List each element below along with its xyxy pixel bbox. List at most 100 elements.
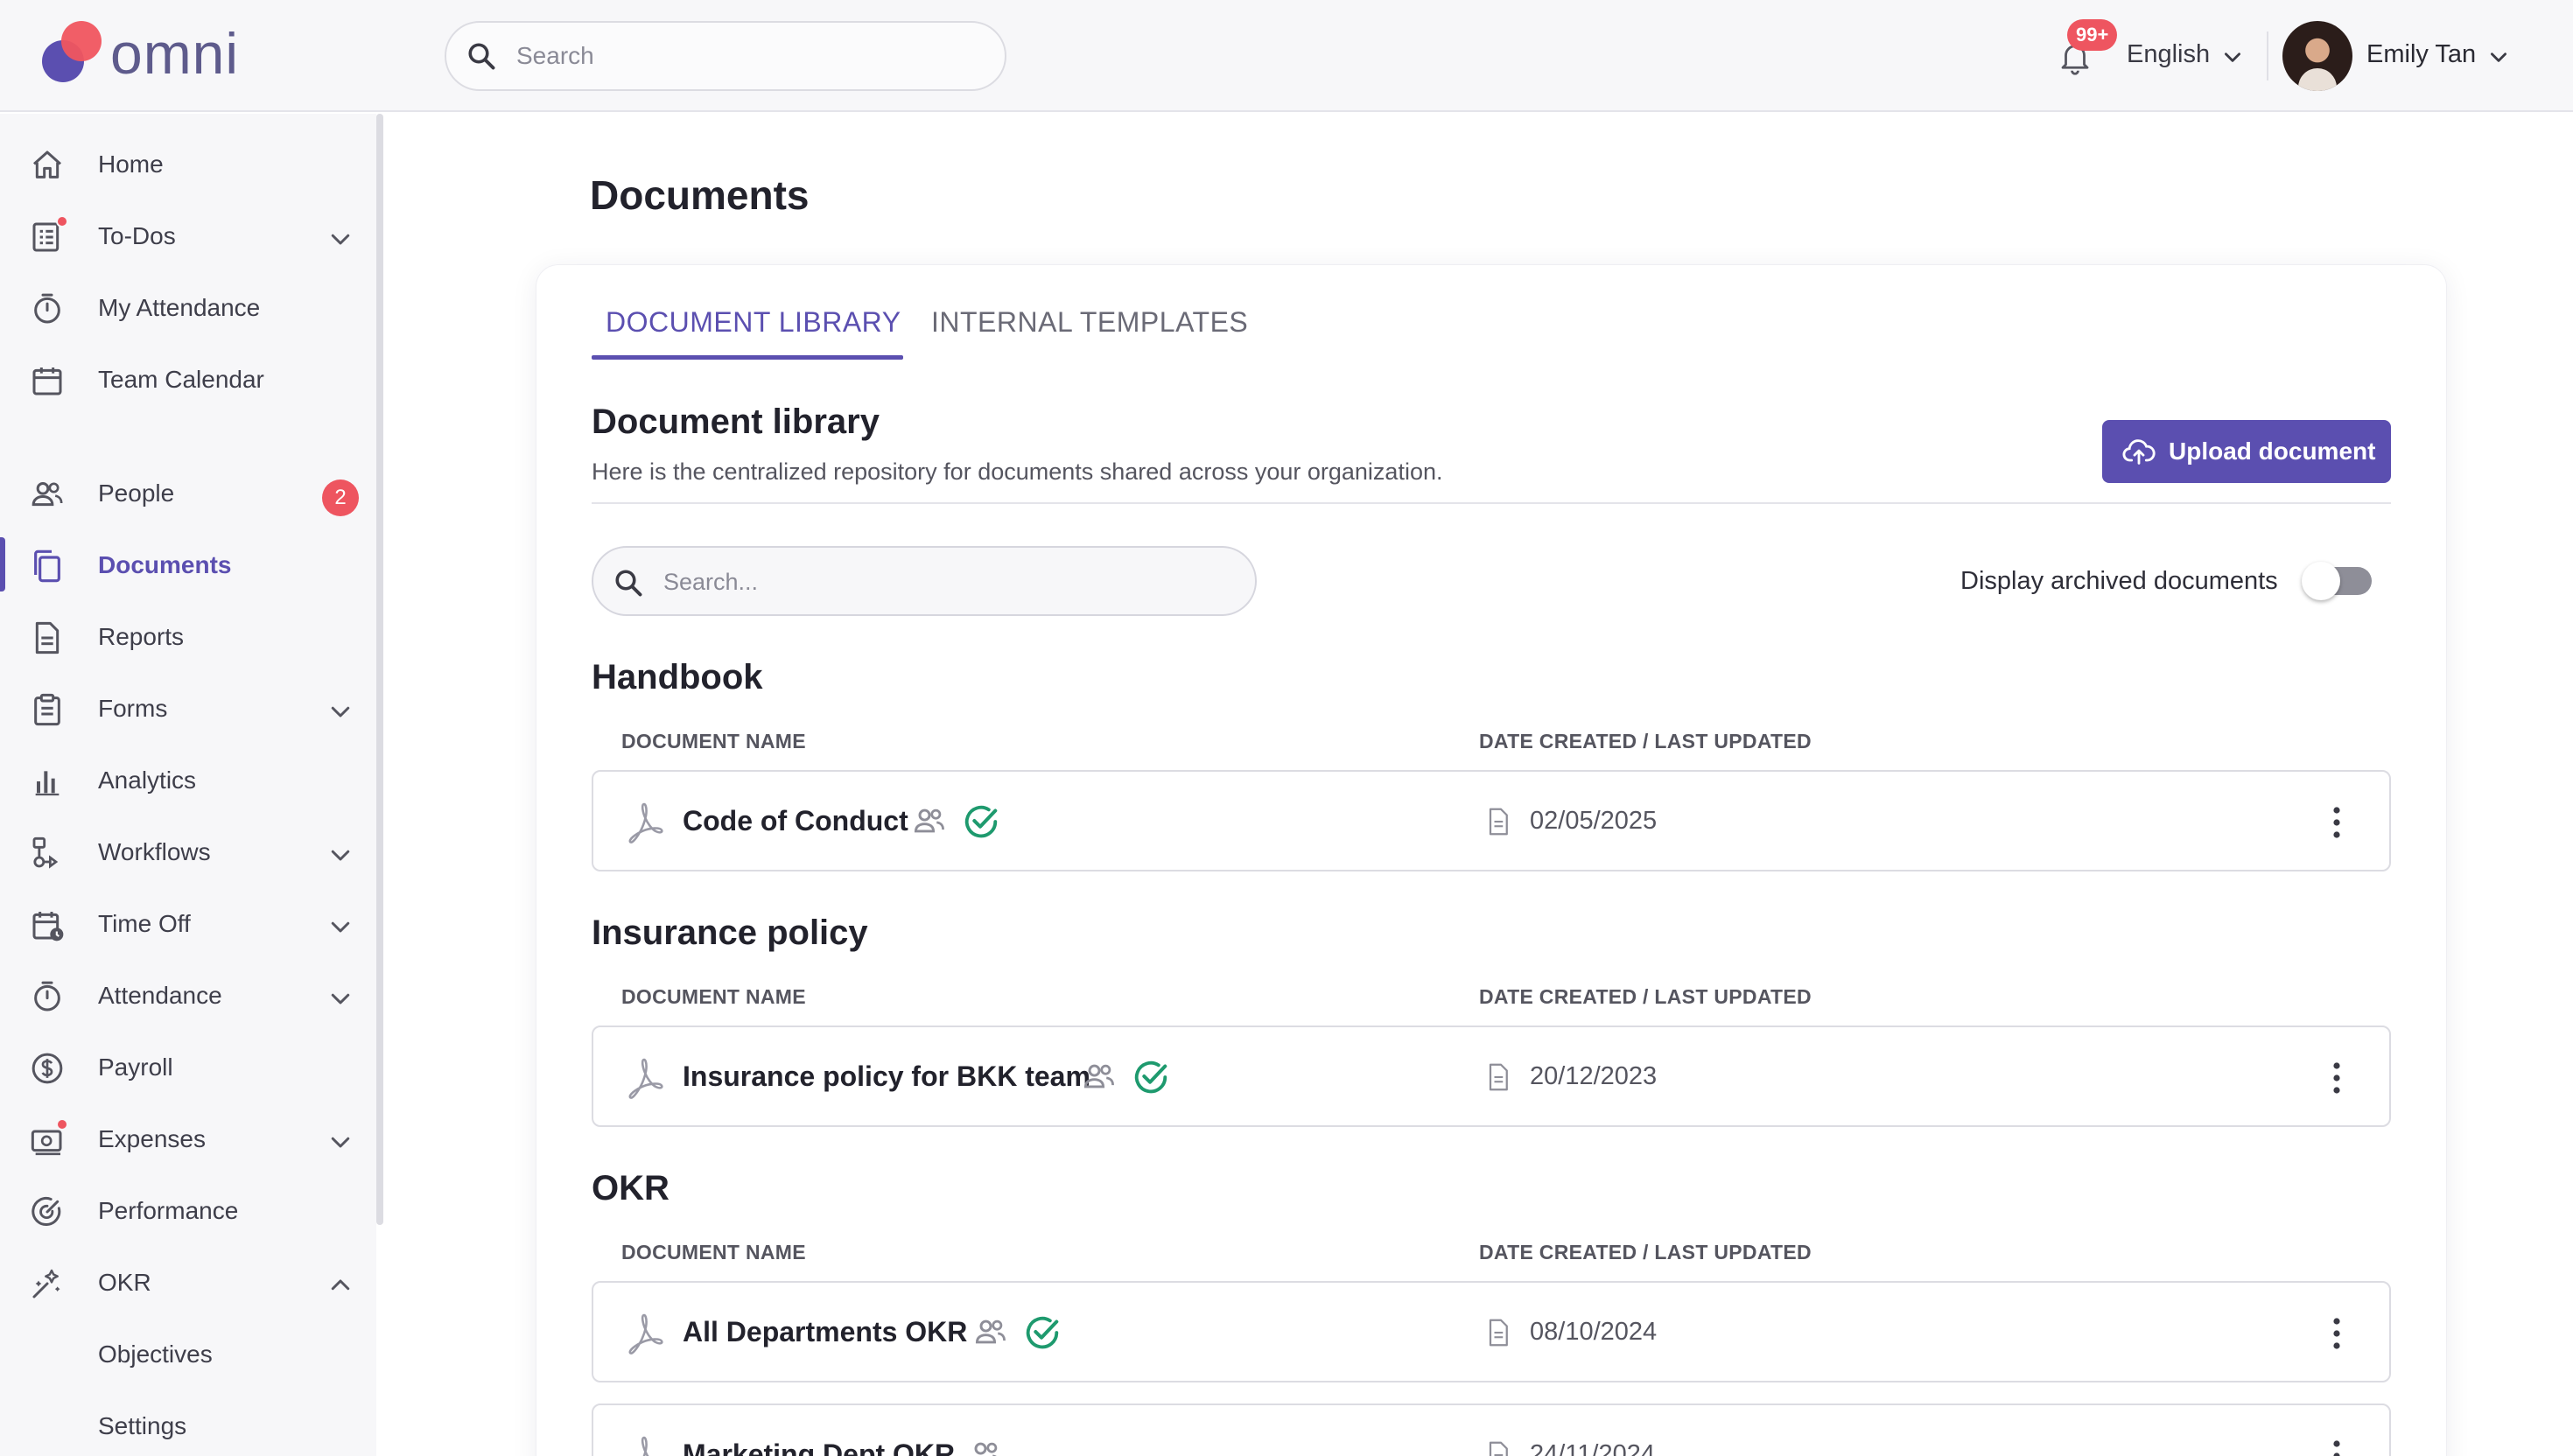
more-options-icon[interactable] — [2326, 1316, 2347, 1351]
people-count-badge: 2 — [322, 480, 359, 516]
sidebar-item-analytics[interactable]: Analytics — [0, 749, 376, 810]
sidebar-item-label: To-Dos — [98, 222, 176, 249]
sidebar-item-label: Time Off — [98, 910, 191, 937]
report-icon — [30, 620, 65, 655]
sidebar-item-team-calendar[interactable]: Team Calendar — [0, 348, 376, 410]
forms-icon — [30, 692, 65, 727]
file-icon — [1483, 1060, 1514, 1094]
time-off-icon — [30, 907, 65, 942]
workflow-icon — [30, 836, 65, 871]
column-header-name: DOCUMENT NAME — [621, 730, 806, 752]
sidebar-item-home[interactable]: Home — [0, 133, 376, 194]
file-icon — [1483, 1438, 1514, 1456]
notification-dot — [56, 1118, 68, 1130]
sidebar-scrollbar[interactable] — [376, 114, 383, 1225]
chevron-down-icon[interactable] — [327, 698, 354, 724]
table-row[interactable]: Insurance policy for BKK team 20/12/2023 — [592, 1026, 2391, 1127]
section-title-okr: OKR — [592, 1169, 670, 1208]
chevron-up-icon[interactable] — [327, 1272, 354, 1298]
sidebar-item-todos[interactable]: To-Dos — [0, 205, 376, 266]
notification-badge: 99+ — [2067, 19, 2118, 51]
header-divider — [2267, 32, 2268, 80]
global-search-input[interactable] — [516, 33, 971, 79]
column-header-name: DOCUMENT NAME — [621, 1241, 806, 1264]
more-options-icon[interactable] — [2326, 805, 2347, 840]
sidebar-item-label: Payroll — [98, 1054, 173, 1081]
bar-chart-icon — [30, 764, 65, 799]
column-header-date: DATE CREATED / LAST UPDATED — [1479, 730, 1812, 752]
document-date: 20/12/2023 — [1530, 1062, 1658, 1090]
stopwatch-icon — [30, 291, 65, 326]
user-name[interactable]: Emily Tan — [2366, 40, 2476, 69]
file-icon — [1483, 1316, 1514, 1349]
logo-text: omni — [110, 21, 240, 86]
tab-internal-templates[interactable]: INTERNAL TEMPLATES — [931, 306, 1248, 339]
sidebar-item-attendance[interactable]: Attendance — [0, 964, 376, 1026]
acknowledged-check-icon — [1131, 1057, 1171, 1097]
document-date: 02/05/2025 — [1530, 807, 1658, 835]
archived-toggle-knob[interactable] — [2302, 562, 2340, 600]
table-row[interactable]: All Departments OKR 08/10/2024 — [592, 1281, 2391, 1382]
active-tab-indicator — [592, 355, 903, 360]
cloud-upload-icon — [2121, 434, 2156, 469]
shared-users-icon — [971, 1312, 1010, 1351]
column-header-date: DATE CREATED / LAST UPDATED — [1479, 985, 1812, 1008]
document-name[interactable]: Insurance policy for BKK team — [683, 1060, 1090, 1093]
tab-document-library[interactable]: DOCUMENT LIBRARY — [606, 306, 901, 339]
search-icon — [466, 40, 497, 72]
sidebar-item-people[interactable]: People 2 — [0, 462, 376, 523]
performance-icon — [30, 1194, 65, 1229]
chevron-down-icon[interactable] — [327, 1129, 354, 1155]
calendar-icon — [30, 363, 65, 398]
home-icon — [30, 148, 65, 183]
sidebar-item-my-attendance[interactable]: My Attendance — [0, 276, 376, 338]
chevron-down-icon[interactable] — [2487, 46, 2510, 68]
shared-users-icon — [966, 1435, 1005, 1456]
document-search-input[interactable] — [663, 560, 1223, 604]
upload-document-label: Upload document — [2169, 438, 2376, 465]
table-row[interactable]: Code of Conduct 02/05/2025 — [592, 770, 2391, 872]
sidebar-item-forms[interactable]: Forms — [0, 677, 376, 738]
sidebar-subitem-settings[interactable]: Settings — [98, 1412, 186, 1440]
avatar[interactable] — [2282, 21, 2352, 91]
chevron-down-icon[interactable] — [327, 226, 354, 252]
sidebar-item-okr[interactable]: OKR — [0, 1251, 376, 1312]
sidebar-item-reports[interactable]: Reports — [0, 606, 376, 667]
sidebar-item-label: Forms — [98, 695, 168, 722]
pdf-icon — [620, 1054, 669, 1102]
sidebar-item-label: OKR — [98, 1269, 151, 1296]
language-selector[interactable]: English — [2127, 40, 2210, 69]
more-options-icon[interactable] — [2326, 1060, 2347, 1096]
sidebar-item-label: Reports — [98, 623, 185, 650]
document-name[interactable]: Code of Conduct — [683, 805, 908, 837]
document-name[interactable]: All Departments OKR — [683, 1316, 967, 1348]
global-search[interactable] — [445, 21, 1006, 91]
top-bar: omni 99+ English Emily Tan — [0, 0, 2573, 112]
chevron-down-icon[interactable] — [2221, 46, 2244, 68]
sidebar-item-label: Expenses — [98, 1125, 206, 1152]
shared-users-icon — [1080, 1057, 1118, 1096]
section-description: Here is the centralized repository for d… — [592, 458, 1443, 485]
sidebar-subitem-objectives[interactable]: Objectives — [98, 1340, 213, 1368]
chevron-down-icon[interactable] — [327, 985, 354, 1012]
upload-document-button[interactable]: Upload document — [2102, 420, 2391, 483]
chevron-down-icon[interactable] — [327, 842, 354, 868]
sidebar-item-workflows[interactable]: Workflows — [0, 821, 376, 882]
document-name[interactable]: Marketing Dept OKR — [683, 1438, 955, 1456]
section-title-insurance-policy: Insurance policy — [592, 914, 868, 952]
sidebar-item-performance[interactable]: Performance — [0, 1180, 376, 1241]
chevron-down-icon[interactable] — [327, 914, 354, 940]
table-row[interactable]: Marketing Dept OKR 24/11/2024 — [592, 1404, 2391, 1456]
divider — [592, 502, 2391, 504]
document-search[interactable] — [592, 546, 1257, 616]
sidebar-item-documents[interactable]: Documents — [0, 534, 376, 595]
sidebar-item-expenses[interactable]: Expenses — [0, 1108, 376, 1169]
sidebar-item-label: Performance — [98, 1197, 239, 1224]
sidebar-item-payroll[interactable]: Payroll — [0, 1036, 376, 1097]
omni-logo[interactable]: omni — [40, 19, 250, 89]
people-icon — [30, 477, 65, 512]
sidebar-item-time-off[interactable]: Time Off — [0, 892, 376, 954]
more-options-icon[interactable] — [2326, 1438, 2347, 1456]
stopwatch-icon — [30, 979, 65, 1014]
section-heading: Document library — [592, 402, 880, 441]
